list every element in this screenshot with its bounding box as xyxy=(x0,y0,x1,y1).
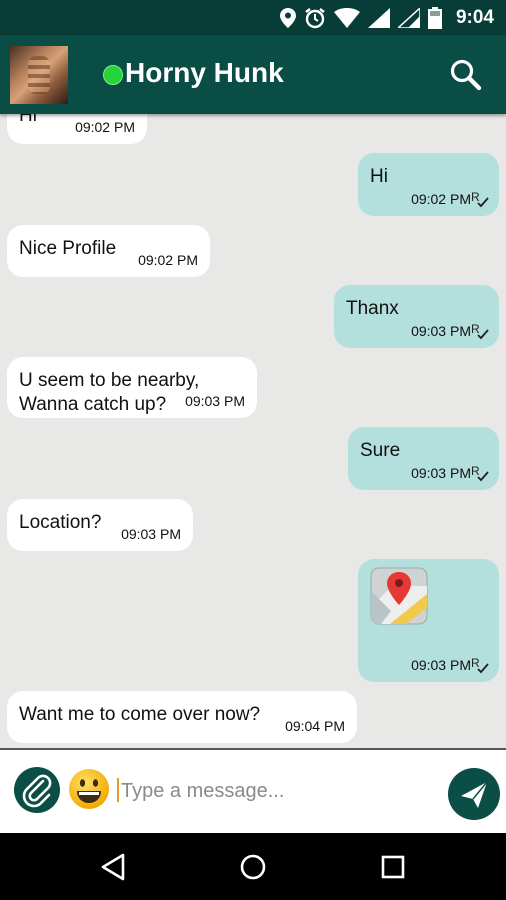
message-time: 09:03 PM xyxy=(411,465,471,481)
message-outgoing: Hi 09:02 PM R xyxy=(358,153,499,216)
alarm-icon xyxy=(305,7,325,28)
location-icon xyxy=(279,7,296,28)
message-incoming: U seem to be nearby, Wanna catch up? 09:… xyxy=(7,357,257,418)
message-time: 09:02 PM xyxy=(75,119,135,135)
avatar-photo xyxy=(28,56,50,94)
back-icon[interactable] xyxy=(97,851,129,883)
read-receipt-icon: R xyxy=(471,322,489,340)
chat-header: Horny Hunk xyxy=(0,35,506,114)
message-incoming: Want me to come over now? 09:04 PM xyxy=(7,691,357,743)
message-list[interactable]: Hi 09:02 PM Hi 09:02 PM R Nice Profile 0… xyxy=(0,114,506,748)
wifi-icon xyxy=(333,7,360,28)
message-input[interactable] xyxy=(119,772,433,810)
status-bar: 9:04 xyxy=(0,0,506,35)
paperclip-icon xyxy=(22,774,52,808)
read-receipt-icon: R xyxy=(471,464,489,482)
message-time: 09:04 PM xyxy=(285,718,345,734)
svg-text:R: R xyxy=(471,464,480,478)
svg-text:R: R xyxy=(471,322,480,336)
message-incoming: Nice Profile 09:02 PM xyxy=(7,225,210,277)
send-button[interactable] xyxy=(448,768,500,820)
send-icon xyxy=(461,781,488,808)
read-receipt-icon: R xyxy=(471,656,489,674)
signal-icon xyxy=(367,7,390,28)
system-nav-bar xyxy=(0,833,506,900)
search-icon[interactable] xyxy=(448,57,484,93)
message-incoming: Location? 09:03 PM xyxy=(7,499,193,551)
message-time: 09:03 PM xyxy=(185,393,245,409)
message-text: Thanx xyxy=(346,298,399,319)
message-text: Hi xyxy=(370,166,388,187)
read-receipt-icon: R xyxy=(471,190,489,208)
message-text: Sure xyxy=(360,440,401,461)
online-status-dot xyxy=(103,65,123,85)
status-time: 9:04 xyxy=(455,6,494,28)
avatar[interactable] xyxy=(10,46,68,104)
emoji-icon[interactable] xyxy=(68,768,110,810)
message-outgoing: Thanx 09:03 PM R xyxy=(334,285,499,348)
signal-icon xyxy=(397,7,420,28)
recents-icon[interactable] xyxy=(377,851,409,883)
message-time: 09:03 PM xyxy=(121,526,181,542)
home-icon[interactable] xyxy=(237,851,269,883)
svg-text:R: R xyxy=(471,190,480,204)
message-time: 09:03 PM xyxy=(411,323,471,339)
message-time: 09:03 PM xyxy=(411,657,471,673)
attach-button[interactable] xyxy=(14,767,60,813)
message-outgoing-location[interactable]: 09:03 PM R xyxy=(358,559,499,682)
message-time: 09:02 PM xyxy=(138,252,198,268)
svg-text:R: R xyxy=(471,656,480,670)
contact-name[interactable]: Horny Hunk xyxy=(125,57,284,89)
message-outgoing: Sure 09:03 PM R xyxy=(348,427,499,490)
message-time: 09:02 PM xyxy=(411,191,471,207)
message-composer xyxy=(0,748,506,835)
map-pin-icon[interactable] xyxy=(370,567,428,625)
battery-icon xyxy=(427,6,442,29)
message-incoming: Hi 09:02 PM xyxy=(7,114,147,144)
